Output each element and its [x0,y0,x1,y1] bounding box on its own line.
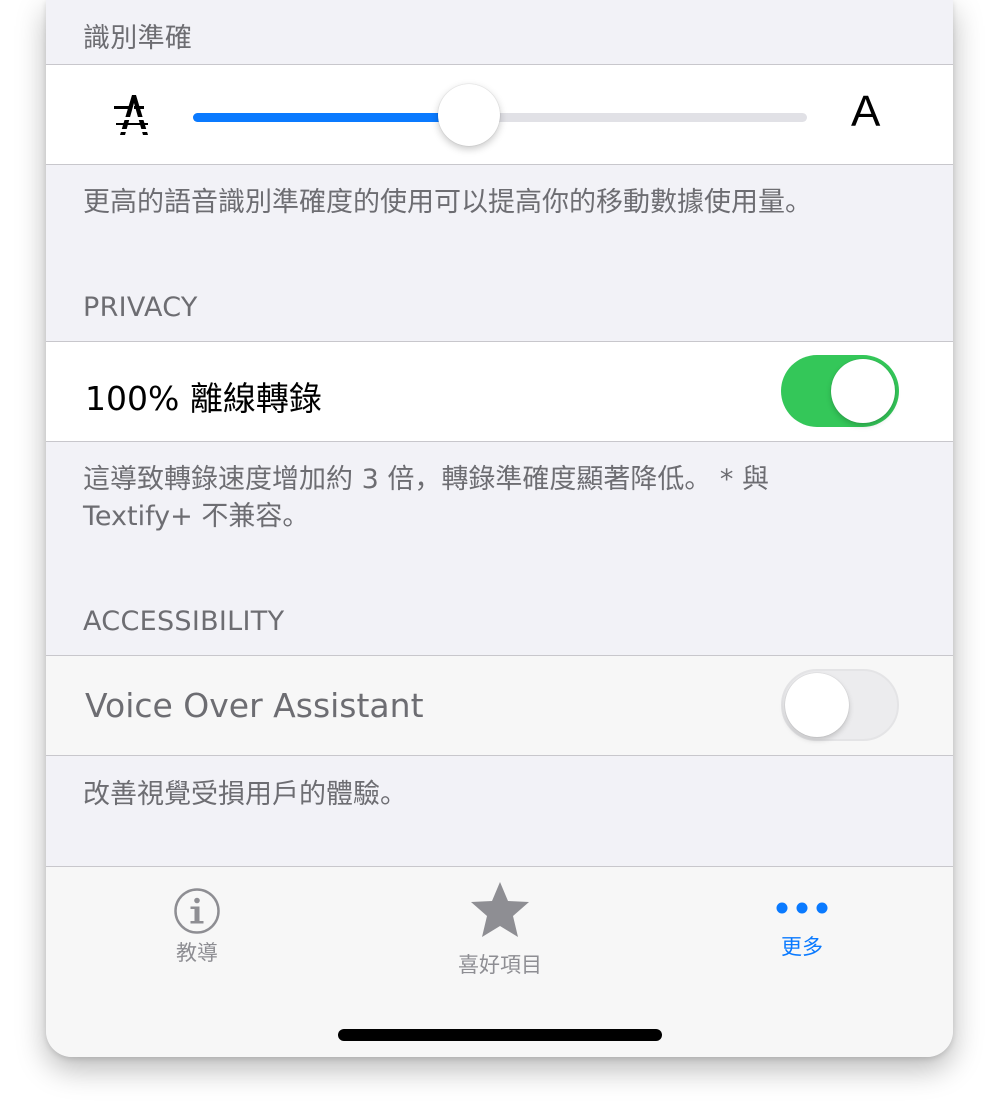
accuracy-slider-fill [193,113,470,122]
tab-more[interactable]: 更多 [752,901,852,961]
more-icon [776,902,828,914]
high-accuracy-label: A [851,87,881,136]
offline-transcription-switch[interactable] [781,355,899,427]
accuracy-section-header: 識別準確 [83,23,193,54]
home-indicator [338,1029,662,1041]
accessibility-section-header: ACCESSIBILITY [83,606,285,637]
tab-label: 更多 [781,935,823,959]
voice-over-label: Voice Over Assistant [85,686,424,725]
offline-transcription-label: 100% 離線轉錄 [85,379,322,418]
privacy-footer-line1: 這導致轉錄速度增加約 3 倍，轉錄準確度顯著降低。 * 與 [83,464,770,495]
tab-label: 教導 [176,941,218,965]
tab-tutorial[interactable]: 教導 [150,887,244,967]
privacy-footer: 這導致轉錄速度增加約 3 倍，轉錄準確度顯著降低。 * 與 Textify+ 不… [83,461,903,535]
voice-over-cell: Voice Over Assistant [46,655,953,756]
tab-favorites[interactable]: 喜好項目 [445,879,555,979]
settings-screen: 識別準確 A A 更高的語音識別準確度的使用可以提高你的移動數據使用量。 PRI… [46,0,953,1057]
tab-bar: 教導 喜好項目 更多 [46,866,953,1057]
privacy-footer-line2: Textify+ 不兼容。 [83,501,310,532]
info-icon [174,888,220,934]
switch-knob [831,359,895,423]
voice-over-switch[interactable] [781,669,899,741]
low-accuracy-icon [112,95,152,135]
accuracy-slider-cell: A A [46,64,953,165]
accuracy-slider-thumb[interactable] [438,84,501,146]
tab-label: 喜好項目 [458,953,542,977]
accessibility-footer: 改善視覺受損用戶的體驗。 [83,779,407,810]
offline-transcription-cell: 100% 離線轉錄 [46,341,953,442]
star-icon [471,882,529,937]
privacy-section-header: PRIVACY [83,292,198,323]
accuracy-footer: 更高的語音識別準確度的使用可以提高你的移動數據使用量。 [83,187,812,218]
switch-knob [785,673,849,737]
